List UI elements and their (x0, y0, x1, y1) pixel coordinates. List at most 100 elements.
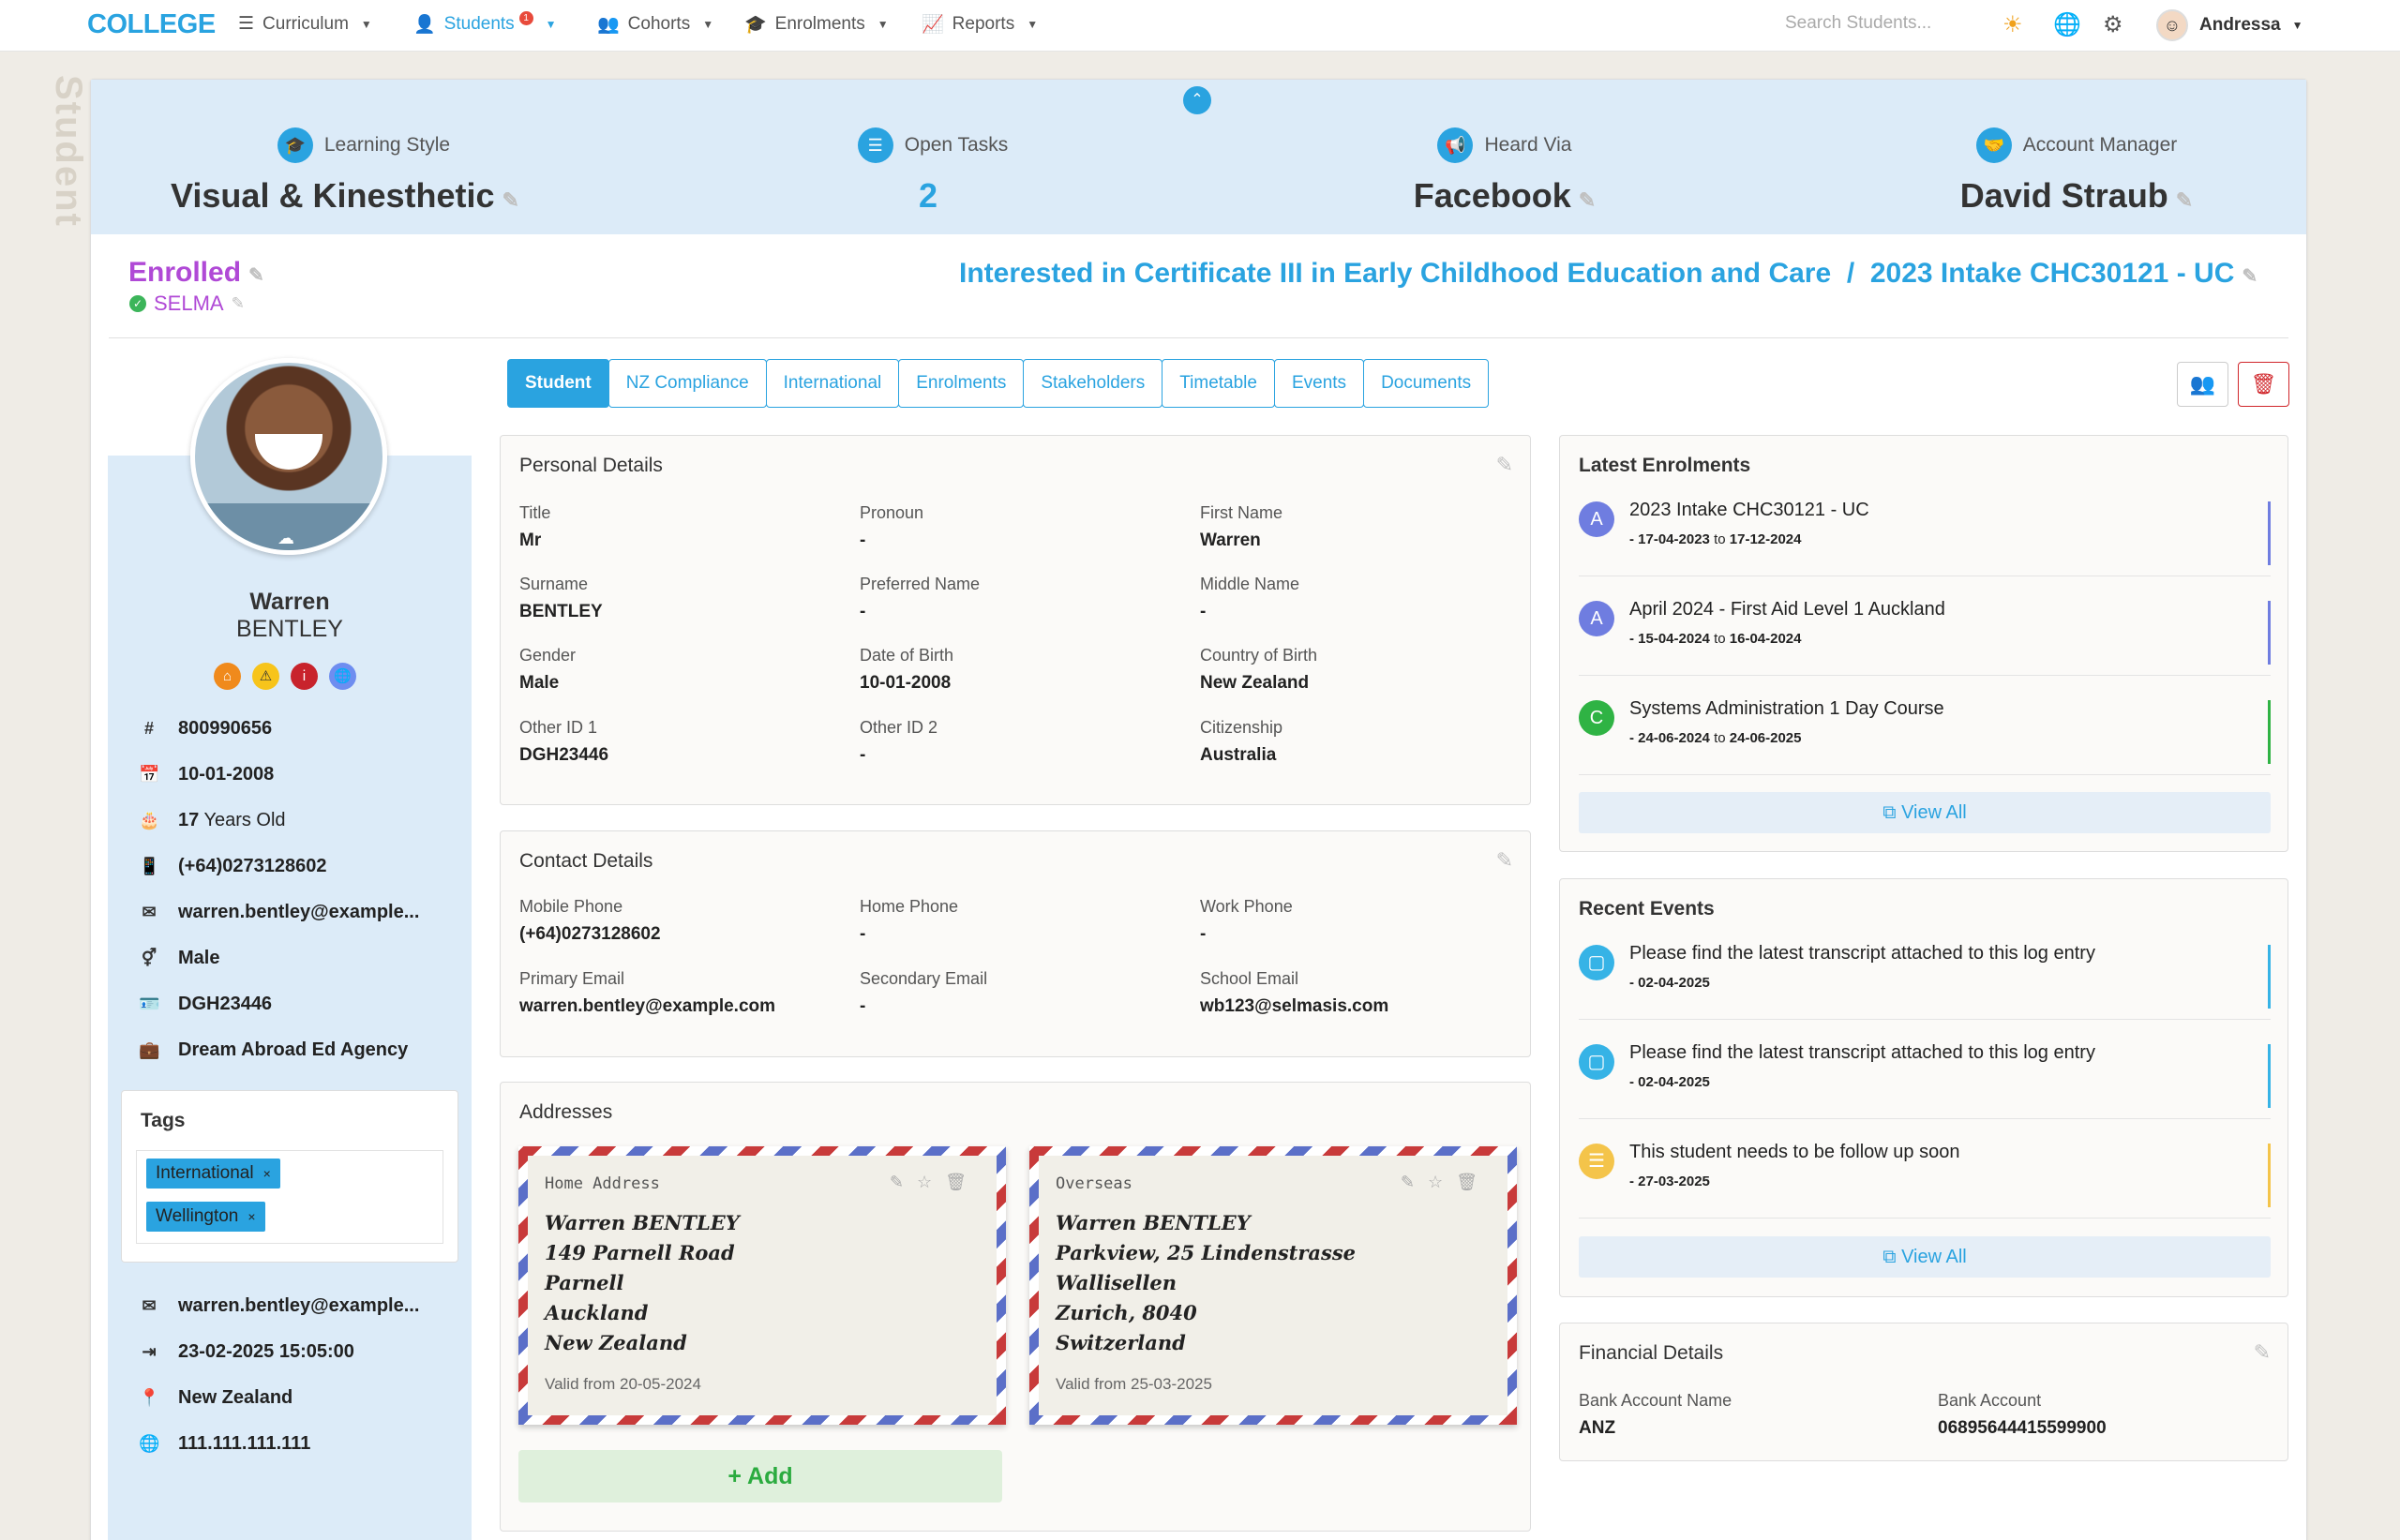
field-work-phone: Work Phone - (1200, 897, 1293, 944)
pencil-icon[interactable]: ✎ (1496, 453, 1513, 477)
birthday-cake-icon: 🎂 (139, 811, 160, 830)
sun-icon[interactable]: ☀ (2002, 11, 2023, 38)
briefcase-icon: 💼 (139, 1040, 160, 1059)
calendar-icon: 📅 (139, 765, 160, 784)
tab-documents[interactable]: Documents (1363, 359, 1490, 408)
student-id: #800990656 (139, 718, 272, 740)
graduation-cap-icon: 🎓 (744, 15, 767, 35)
student-other-id: 🪪 DGH23446 (139, 994, 273, 1014)
star-icon[interactable]: ☆ (917, 1173, 945, 1191)
upload-photo-icon[interactable]: ☁ (278, 529, 302, 549)
pencil-icon[interactable]: ✎ (2254, 1340, 2271, 1365)
nav-students[interactable]: 👤 Students 1 ▼ (413, 10, 557, 36)
tab-nz-compliance[interactable]: NZ Compliance (608, 359, 767, 408)
funding-icon[interactable]: ⌂ (214, 663, 241, 690)
tab-international[interactable]: International (765, 359, 900, 408)
pencil-icon[interactable]: ✎ (502, 188, 519, 212)
trash-icon[interactable]: 🗑 (1456, 1173, 1491, 1191)
list-item[interactable]: A 2023 Intake CHC30121 - UC - 17-04-2023 t… (1579, 492, 2271, 576)
logo[interactable]: COLLEGE (87, 9, 216, 40)
student-tabs: Student NZ Compliance International Enro… (507, 359, 1490, 408)
minor-icon[interactable]: ⅰ (291, 663, 318, 690)
tab-stakeholders[interactable]: Stakeholders (1023, 359, 1163, 408)
student-phone: 📱 (+64)0273128602 (139, 856, 327, 876)
chevron-down-icon: ▼ (2291, 19, 2303, 32)
delete-button[interactable]: 🗑 (2238, 362, 2289, 407)
stat-heard-via: 📢 Heard Via Facebook ✎ (1270, 127, 1739, 216)
add-address-button[interactable]: + Add (518, 1450, 1002, 1503)
pencil-icon[interactable]: ✎ (2176, 188, 2193, 212)
pencil-icon[interactable]: ✎ (232, 294, 245, 313)
tab-student[interactable]: Student (507, 359, 609, 408)
list-item[interactable]: ▢ Please find the latest transcript attac… (1579, 1035, 2271, 1119)
mobile-icon: 📱 (139, 857, 160, 875)
student-age: 🎂 17 Years Old (139, 810, 286, 830)
avatar: ☺ (2156, 9, 2188, 41)
student-email[interactable]: ✉ warren.bentley@example... (139, 902, 419, 923)
pencil-icon[interactable]: ✎ (1401, 1173, 1428, 1191)
gear-icon[interactable]: ⚙ (2103, 11, 2123, 38)
nav-enrolments[interactable]: 🎓 Enrolments ▼ (744, 13, 889, 36)
panel-title: Latest Enrolments (1579, 455, 1751, 476)
student-name: Warren BENTLEY (236, 589, 343, 642)
globe-icon[interactable]: 🌐 (2053, 11, 2081, 38)
open-tasks-count[interactable]: 2 (689, 176, 1167, 216)
panel-title: Recent Events (1579, 898, 1715, 920)
pencil-icon[interactable]: ✎ (2242, 266, 2258, 287)
tasks-icon: ☰ (857, 127, 893, 163)
handshake-icon: 🤝 (1975, 127, 2012, 163)
field-mobile-phone: Mobile Phone (+64)0273128602 (519, 897, 661, 944)
student-flags: ⌂ ⚠ ⅰ 🌐 (214, 663, 356, 690)
list-item[interactable]: A April 2024 - First Aid Level 1 Auckland… (1579, 591, 2271, 676)
chevron-down-icon: ▼ (702, 18, 714, 31)
field-bank-account-name: Bank Account Name ANZ (1579, 1391, 1732, 1438)
view-all-enrolments-button[interactable]: ⧉ View All (1579, 792, 2271, 833)
nav-reports[interactable]: 📈 Reports ▼ (922, 13, 1038, 36)
list-item[interactable]: ▢ Please find the latest transcript attac… (1579, 935, 2271, 1020)
notification-badge: 1 (518, 10, 533, 25)
login-ip: 🌐 111.111.111.111 (139, 1433, 311, 1454)
search-input[interactable]: Search Students... (1785, 13, 1931, 34)
field-home-phone: Home Phone - (860, 897, 959, 944)
tab-events[interactable]: Events (1273, 359, 1365, 408)
tab-timetable[interactable]: Timetable (1162, 359, 1275, 408)
last-login: ⇥ 23-02-2025 15:05:00 (139, 1341, 353, 1363)
remove-tag-icon[interactable]: × (263, 1166, 271, 1181)
hash-icon: # (143, 719, 154, 738)
top-nav: COLLEGE ☰ Curriculum ▼ 👤 Students 1 ▼ 👥 Cohort… (0, 0, 2400, 52)
pencil-icon[interactable]: ✎ (890, 1173, 917, 1191)
chevron-down-icon: ▼ (877, 18, 889, 31)
graduation-cap-icon: 🎓 (277, 127, 313, 163)
pencil-icon[interactable]: ✎ (248, 265, 264, 286)
recent-events-panel: Recent Events ▢ Please find the latest tr… (1559, 878, 2288, 1297)
list-item[interactable]: ☰ This student needs to be follow up soon… (1579, 1134, 2271, 1219)
nav-curriculum[interactable]: ☰ Curriculum ▼ (238, 13, 372, 35)
panel-title: Contact Details (519, 850, 653, 872)
star-icon[interactable]: ☆ (1428, 1173, 1456, 1191)
globe-icon[interactable]: 🌐 (329, 663, 356, 690)
tab-enrolments[interactable]: Enrolments (898, 359, 1025, 408)
address-card-home: Home Address ✎☆🗑 Warren BENTLEY 149 Parn… (518, 1146, 1006, 1425)
field-other-id-1: Other ID 1 DGH23446 (519, 718, 609, 765)
comment-icon: ▢ (1579, 945, 1614, 980)
remove-tag-icon[interactable]: × (248, 1209, 255, 1224)
user-settings-button[interactable]: 👥 (2177, 362, 2228, 407)
enrolment-status: Enrolled ✎ (128, 257, 264, 288)
pencil-icon[interactable]: ✎ (1579, 188, 1596, 212)
list-item[interactable]: C Systems Administration 1 Day Course - 24… (1579, 691, 2271, 775)
user-menu[interactable]: ☺ Andressa ▼ (2156, 9, 2303, 41)
pencil-icon[interactable]: ✎ (1496, 848, 1513, 873)
field-gender: Gender Male (519, 646, 577, 693)
trash-icon[interactable]: 🗑 (945, 1173, 980, 1191)
latest-enrolments-panel: Latest Enrolments A 2023 Intake CHC30121 … (1559, 435, 2288, 852)
student-photo[interactable] (190, 358, 387, 555)
view-all-events-button[interactable]: ⧉ View All (1579, 1236, 2271, 1278)
tags-input[interactable]: International × Wellington × (136, 1150, 443, 1244)
login-email[interactable]: ✉ warren.bentley@example... (139, 1295, 419, 1317)
nav-cohorts[interactable]: 👥 Cohorts ▼ (597, 13, 713, 36)
warning-icon[interactable]: ⚠ (252, 663, 279, 690)
external-link-icon: ⧉ (1882, 802, 1902, 823)
user-icon: 👤 (413, 15, 436, 35)
collapse-button[interactable]: ⌃ (1183, 86, 1211, 114)
field-citizenship: Citizenship Australia (1200, 718, 1283, 765)
